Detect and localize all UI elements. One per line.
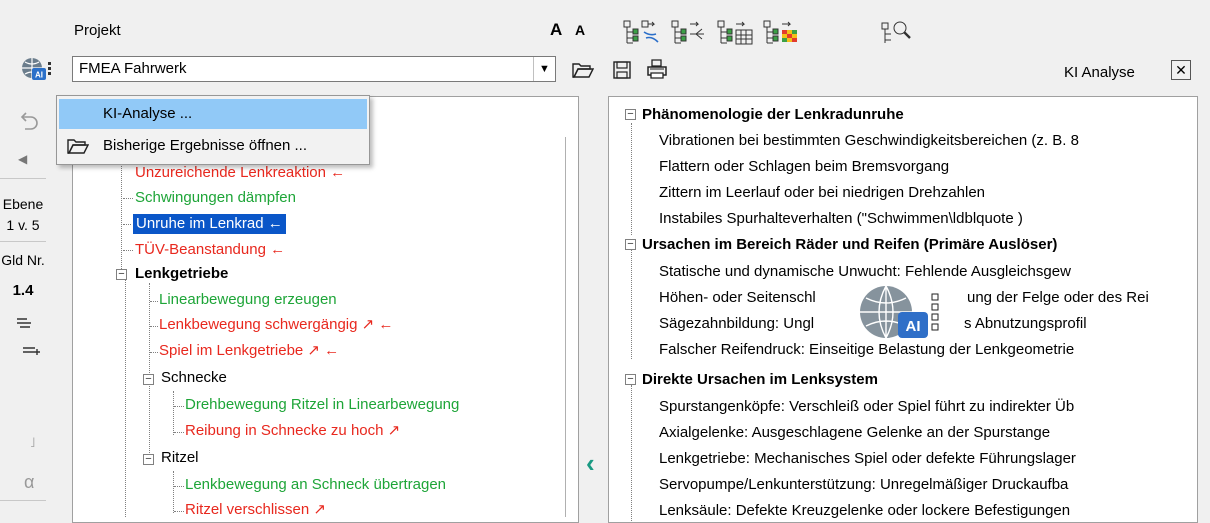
analysis-group-title[interactable]: Ursachen im Bereich Räder und Reifen (Pr… (642, 235, 1057, 255)
tree-item[interactable]: Unzureichende Lenkreaktion ← (135, 163, 345, 183)
tree-node[interactable]: Ritzel (161, 448, 199, 468)
collapse-toggle[interactable]: − (625, 109, 636, 120)
insert-below-icon[interactable] (22, 344, 42, 361)
chevron-left-icon[interactable]: ‹ (586, 448, 595, 479)
menu-item-label: KI-Analyse ... (103, 105, 193, 122)
collapse-toggle[interactable]: − (116, 269, 127, 280)
tree-network-icon[interactable] (670, 18, 712, 48)
tree-item[interactable]: Linearbewegung erzeugen (159, 290, 337, 310)
tree-item[interactable]: Lenkbewegung schwergängig ↗ ← (159, 315, 393, 335)
globe-ai-icon[interactable]: AI (20, 56, 60, 84)
font-decrease-button[interactable]: A (575, 22, 585, 38)
analysis-item[interactable]: Zittern im Leerlauf oder bei niedrigen D… (659, 183, 985, 203)
collapse-toggle[interactable]: − (625, 239, 636, 250)
project-label: Projekt (74, 22, 121, 39)
svg-text:AI: AI (35, 71, 43, 80)
tree-item[interactable]: TÜV-Beanstandung ← (135, 240, 285, 260)
tree-color-table-icon[interactable] (762, 18, 804, 48)
project-select-value: FMEA Fahrwerk (79, 60, 187, 77)
analysis-item[interactable]: Flattern oder Schlagen beim Bremsvorgang (659, 157, 949, 177)
project-select[interactable]: FMEA Fahrwerk ▼ (72, 56, 556, 82)
analysis-item[interactable]: Lenkgetriebe: Mechanisches Spiel oder de… (659, 449, 1076, 469)
undo-icon[interactable] (20, 110, 40, 135)
tree-item[interactable]: Schwingungen dämpfen (135, 188, 296, 208)
tree-connector (173, 471, 174, 513)
strip-divider (0, 178, 46, 179)
tree-item[interactable]: Spiel im Lenkgetriebe ↗ ← (159, 341, 339, 361)
collapse-toggle[interactable]: − (143, 374, 154, 385)
close-icon[interactable]: ✕ (1171, 60, 1191, 80)
ebene-value: 1 v. 5 (6, 217, 40, 233)
gld-label: Gld Nr. (1, 252, 45, 268)
strip-divider (0, 241, 46, 242)
analysis-item[interactable]: Axialgelenke: Ausgeschlagene Gelenke an … (659, 423, 1050, 443)
analysis-item-tail: s Abnutzungsprofil (964, 315, 1087, 332)
ai-badge-text: AI (906, 318, 921, 335)
analysis-item[interactable]: Lenksäule: Defekte Kreuzgelenke oder loc… (659, 501, 1070, 521)
ebene-label: Ebene (2, 196, 44, 212)
folder-open-icon[interactable] (570, 58, 596, 82)
tree-table-icon[interactable] (716, 18, 758, 48)
context-menu: KI-Analyse ... Bisherige Ergebnisse öffn… (56, 95, 370, 165)
analysis-item[interactable]: Statische und dynamische Unwucht: Fehlen… (659, 262, 1071, 282)
ki-panel-title: KI Analyse (1064, 64, 1135, 81)
menu-item-ki-analyse[interactable]: KI-Analyse ... (59, 99, 367, 129)
tree-node[interactable]: Schnecke (161, 368, 227, 388)
tree-expand-icon[interactable] (622, 18, 664, 48)
print-icon[interactable] (644, 56, 670, 82)
hook-symbol: ˩ (30, 434, 36, 450)
analysis-item-tail: ung der Felge oder des Rei (967, 289, 1149, 306)
tree-connector (121, 157, 122, 277)
scroll-track (565, 137, 566, 517)
tree-connector (125, 277, 126, 517)
tree-connector (631, 385, 632, 522)
gld-value: 1.4 (12, 282, 34, 299)
tree-search-icon[interactable] (880, 18, 914, 48)
collapse-toggle[interactable]: − (143, 454, 154, 465)
tree-item[interactable]: Reibung in Schnecke zu hoch ↗ (185, 421, 400, 441)
analysis-item[interactable]: Sägezahnbildung: Ungl (659, 314, 814, 334)
tree-connector (149, 283, 150, 379)
analysis-group-title[interactable]: Phänomenologie der Lenkradunruhe (642, 105, 904, 125)
left-toolstrip: ◀ Ebene 1 v. 5 Gld Nr. 1.4 ˩ α (0, 96, 62, 523)
menu-item-open-results[interactable]: Bisherige Ergebnisse öffnen ... (59, 131, 367, 161)
chevron-down-icon[interactable]: ▼ (533, 57, 555, 81)
tree-item-selected[interactable]: Unruhe im Lenkrad ← (132, 213, 287, 235)
analysis-item[interactable]: Instabiles Spurhalteverhalten ("Schwimme… (659, 209, 1023, 229)
tree-node[interactable]: Lenkgetriebe (135, 264, 228, 284)
tree-connector (631, 249, 632, 359)
analysis-item[interactable]: Höhen- oder Seitenschl (659, 288, 816, 308)
ai-processing-icon: AI (858, 284, 950, 348)
save-icon[interactable] (610, 58, 634, 82)
tree-connector (149, 379, 150, 459)
strip-divider (0, 500, 46, 501)
move-up-icon[interactable] (16, 316, 34, 333)
analysis-group-title[interactable]: Direkte Ursachen im Lenksystem (642, 370, 878, 390)
tree-connector (173, 391, 174, 435)
font-increase-button[interactable]: A (550, 20, 562, 40)
tree-item[interactable]: Ritzel verschlissen ↗ (185, 500, 326, 520)
collapse-toggle[interactable]: − (625, 374, 636, 385)
tree-item[interactable]: Lenkbewegung an Schneck übertragen (185, 475, 446, 495)
scroll-left-icon[interactable]: ◀ (18, 152, 27, 166)
analysis-item[interactable]: Servopumpe/Lenkunterstützung: Unregelmäß… (659, 475, 1068, 495)
alpha-button[interactable]: α (24, 472, 34, 493)
folder-open-icon (67, 137, 90, 159)
tree-connector (631, 123, 632, 235)
analysis-item[interactable]: Spurstangenköpfe: Verschleiß oder Spiel … (659, 397, 1074, 417)
menu-item-label: Bisherige Ergebnisse öffnen ... (103, 137, 308, 154)
analysis-item[interactable]: Vibrationen bei bestimmten Geschwindigke… (659, 131, 1079, 151)
tree-item[interactable]: Drehbewegung Ritzel in Linearbewegung (185, 395, 459, 415)
